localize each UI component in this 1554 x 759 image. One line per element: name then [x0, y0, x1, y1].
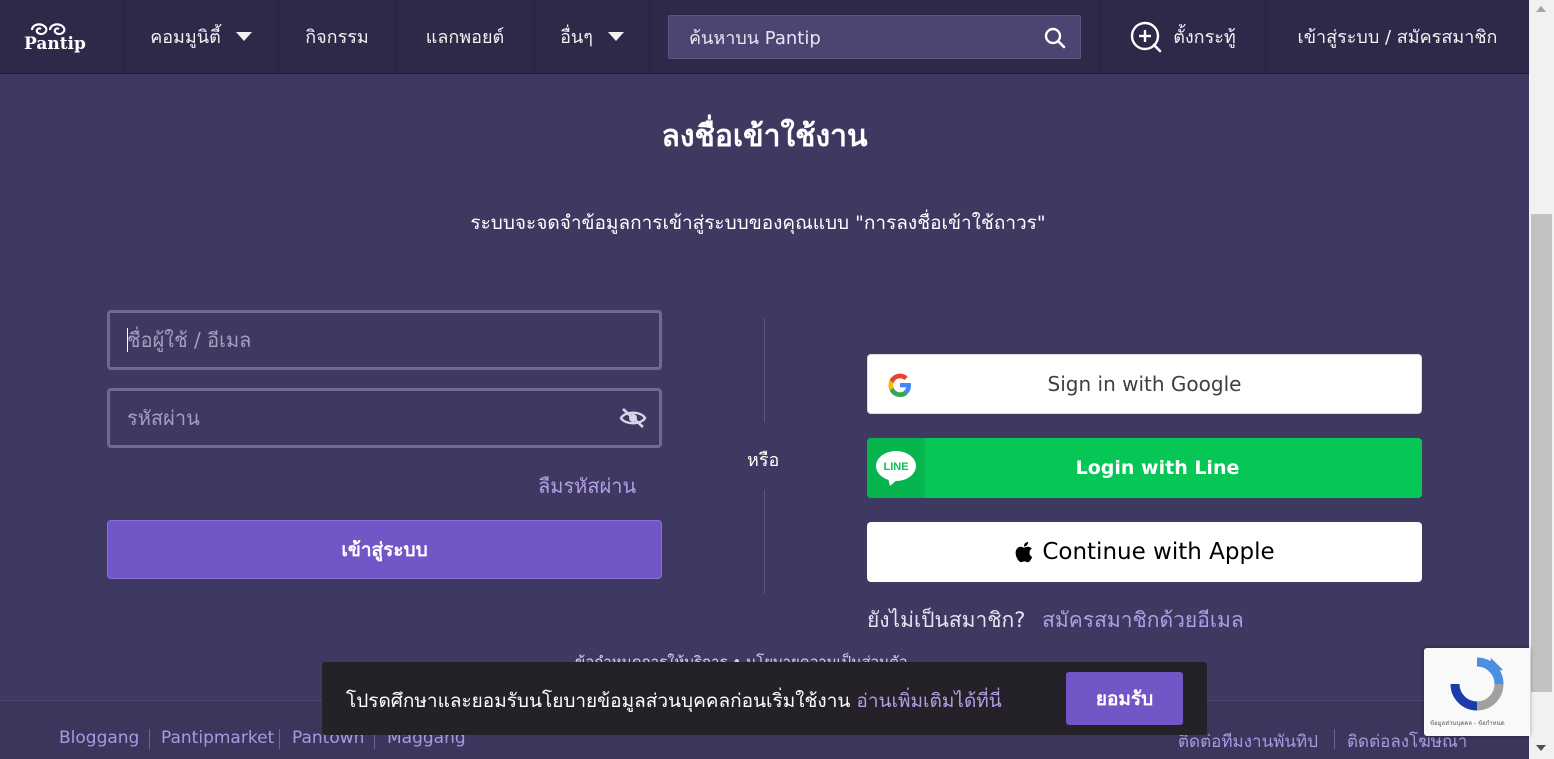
- login-button[interactable]: เข้าสู่ระบบ: [107, 520, 662, 579]
- register-email-link[interactable]: สมัครสมาชิกด้วยอีเมล: [1042, 608, 1244, 632]
- caret-down-icon: [607, 32, 624, 41]
- search-box[interactable]: ค้นหาบน Pantip: [668, 15, 1081, 59]
- password-field[interactable]: รหัสผ่าน: [107, 388, 662, 448]
- google-button-label: Sign in with Google: [1047, 372, 1242, 396]
- consent-message: โปรดศึกษาและยอมรับนโยบายข้อมูลส่วนบุคคลก…: [346, 686, 1002, 716]
- nav-activities[interactable]: กิจกรรม: [279, 0, 396, 73]
- username-field[interactable]: ชื่อผู้ใช้ / อีเมล: [107, 310, 662, 370]
- search-icon[interactable]: [1044, 27, 1066, 49]
- line-icon: LINE: [867, 438, 925, 498]
- not-member-text: ยังไม่เป็นสมาชิก?: [867, 608, 1026, 632]
- nav-redeem-label: แลกพอยต์: [425, 27, 505, 48]
- recaptcha-icon: [1450, 657, 1504, 711]
- username-placeholder: ชื่อผู้ใช้ / อีเมล: [127, 328, 252, 352]
- footer-link-bloggang[interactable]: Bloggang: [59, 728, 139, 748]
- scroll-up-arrow-icon[interactable]: [1536, 6, 1546, 12]
- apple-signin-button[interactable]: Continue with Apple: [867, 522, 1422, 582]
- password-placeholder: รหัสผ่าน: [127, 406, 200, 430]
- caret-down-icon: [235, 32, 252, 41]
- top-navbar: Pantip คอมมูนิตี้ กิจกรรม แลกพอยต์ อื่นๆ…: [0, 0, 1529, 74]
- nav-more-label: อื่นๆ: [560, 27, 593, 48]
- consent-text: โปรดศึกษาและยอมรับนโยบายข้อมูลส่วนบุคคลก…: [346, 690, 851, 712]
- scrollbar-thumb[interactable]: [1531, 214, 1552, 692]
- line-button-label: Login with Line: [1075, 457, 1240, 479]
- line-logo-text: LINE: [883, 461, 908, 473]
- consent-read-more-link[interactable]: อ่านเพิ่มเติมได้ที่นี่: [856, 690, 1001, 712]
- divider-top: [764, 318, 765, 422]
- page-title: ลงชื่อเข้าใช้งาน: [661, 119, 868, 154]
- login-register-label: เข้าสู่ระบบ / สมัครสมาชิก: [1297, 27, 1498, 48]
- recaptcha-text[interactable]: ข้อมูลส่วนบุคคล - ข้อกำหนด: [1430, 718, 1505, 728]
- new-topic-icon: [1131, 21, 1162, 52]
- footer-separator: [149, 729, 150, 749]
- search-input[interactable]: ค้นหาบน Pantip: [689, 23, 821, 52]
- forgot-password-link[interactable]: ลืมรหัสผ่าน: [538, 470, 636, 502]
- apple-icon: [1015, 541, 1033, 563]
- logo-text: Pantip: [24, 34, 86, 54]
- scroll-down-arrow-icon[interactable]: [1536, 745, 1546, 751]
- nav-more[interactable]: อื่นๆ: [535, 0, 650, 73]
- accept-button[interactable]: ยอมรับ: [1066, 672, 1183, 725]
- nav-community-label: คอมมูนิตี้: [150, 27, 221, 48]
- new-topic-label: ตั้งกระทู้: [1173, 27, 1236, 48]
- new-topic-button[interactable]: ตั้งกระทู้: [1099, 0, 1266, 73]
- signup-prompt: ยังไม่เป็นสมาชิก? สมัครสมาชิกด้วยอีเมล: [867, 604, 1244, 637]
- nav-community[interactable]: คอมมูนิตี้: [123, 0, 279, 73]
- recaptcha-badge[interactable]: ข้อมูลส่วนบุคคล - ข้อกำหนด: [1424, 648, 1530, 736]
- google-signin-button[interactable]: Sign in with Google: [867, 354, 1422, 414]
- pantip-logo[interactable]: Pantip: [24, 18, 88, 58]
- or-label: หรือ: [747, 450, 780, 471]
- page-subtitle: ระบบจะจดจำข้อมูลการเข้าสู่ระบบของคุณแบบ …: [470, 212, 1046, 234]
- privacy-consent-banner: โปรดศึกษาและยอมรับนโยบายข้อมูลส่วนบุคคลก…: [322, 662, 1207, 735]
- nav-activities-label: กิจกรรม: [305, 27, 369, 48]
- apple-button-label: Continue with Apple: [1042, 539, 1275, 565]
- footer-link-pantipmarket[interactable]: Pantipmarket: [161, 728, 274, 748]
- line-login-button[interactable]: LINE Login with Line: [867, 438, 1422, 498]
- footer-separator: [1334, 729, 1335, 749]
- google-icon: [888, 373, 911, 397]
- divider-bottom: [764, 490, 765, 594]
- eye-off-icon[interactable]: [619, 406, 647, 430]
- login-register-link[interactable]: เข้าสู่ระบบ / สมัครสมาชิก: [1266, 0, 1529, 73]
- nav-redeem-points[interactable]: แลกพอยต์: [396, 0, 535, 73]
- footer-separator: [279, 729, 280, 749]
